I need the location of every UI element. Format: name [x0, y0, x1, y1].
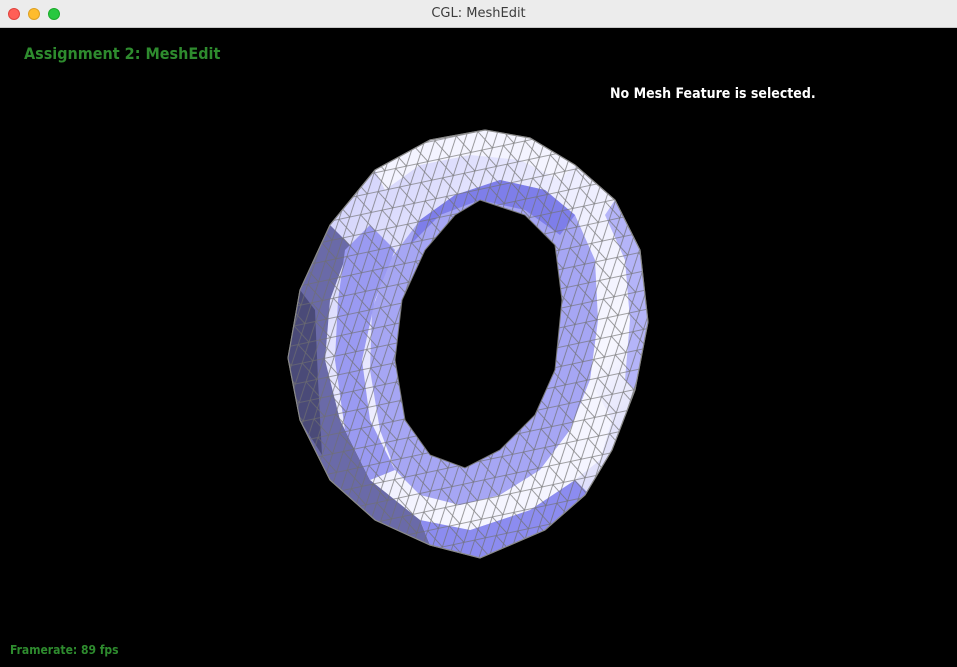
assignment-title: Assignment 2: MeshEdit	[24, 44, 221, 63]
meshedit-window: CGL: MeshEdit Assignment 2: MeshEdit No …	[0, 0, 957, 667]
torus-mesh[interactable]	[0, 29, 957, 667]
window-title: CGL: MeshEdit	[431, 6, 526, 21]
mesh-viewport[interactable]: Assignment 2: MeshEdit No Mesh Feature i…	[0, 29, 957, 667]
framerate-readout: Framerate: 89 fps	[10, 643, 119, 657]
title-bar[interactable]: CGL: MeshEdit	[0, 0, 957, 28]
selection-status: No Mesh Feature is selected.	[610, 86, 816, 102]
